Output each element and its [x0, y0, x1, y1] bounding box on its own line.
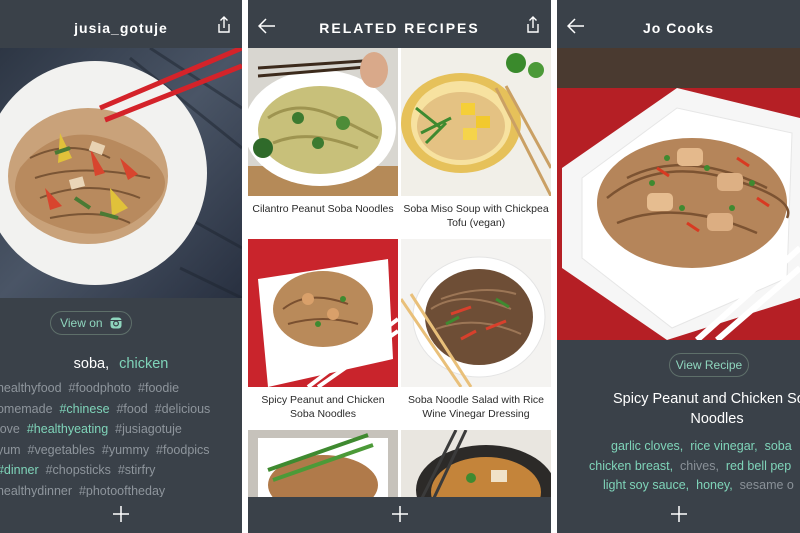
ingredient-separator: sesame o: [732, 478, 794, 492]
instagram-icon: [110, 317, 122, 329]
top-bar: RELATED RECIPES: [248, 0, 551, 48]
primary-tags: soba, chicken: [0, 356, 242, 372]
hashtag-text[interactable]: #love: [0, 422, 27, 436]
view-recipe-button[interactable]: View Recipe: [669, 353, 749, 377]
recipe-card-2-title[interactable]: Soba Miso Soup with Chickpea Tofu (vegan…: [401, 196, 551, 242]
recipe-card-1-image[interactable]: [248, 48, 398, 196]
page-title: jusia_gotuje: [74, 20, 168, 36]
share-icon[interactable]: [525, 16, 541, 34]
ingredient-item[interactable]: honey,: [696, 478, 733, 492]
plus-icon[interactable]: [670, 505, 688, 523]
ingredient-item[interactable]: chicken breast,: [589, 459, 673, 473]
screen-instagram-post: jusia_gotuje View on soba, chicken #heal…: [0, 0, 242, 533]
ingredient-list: garlic cloves, rice vinegar, soba chicken…: [577, 437, 800, 496]
top-bar: jusia_gotuje: [0, 0, 242, 48]
top-bar: Jo Cooks: [557, 0, 800, 48]
hashtag-line: #healthyfood #foodphoto #foodie: [0, 378, 242, 399]
screen-recipe-detail: Jo Cooks View Recipe Spicy Peanut and Ch…: [557, 0, 800, 533]
recipe-photo[interactable]: [557, 48, 800, 340]
hashtag-text[interactable]: #healthyfood #foodphoto #foodie: [0, 381, 179, 395]
recipe-card-4-image[interactable]: [401, 239, 551, 387]
hashtag-text[interactable]: #healthydinner #photooftheday: [0, 484, 165, 498]
view-on-label: View on: [60, 316, 103, 330]
hashtag-text[interactable]: #jusiagotuje: [108, 422, 182, 436]
plus-icon[interactable]: [112, 505, 130, 523]
view-on-instagram-button[interactable]: View on: [50, 311, 132, 335]
ingredient-line: garlic cloves, rice vinegar, soba: [577, 437, 800, 457]
hashtag-text[interactable]: #food #delicious: [110, 402, 210, 416]
hashtag-line: ##dinner #chopsticks #stirfry: [0, 460, 242, 481]
recipe-card-1-title[interactable]: Cilantro Peanut Soba Noodles: [248, 196, 398, 242]
hashtag-highlighted[interactable]: #chinese: [59, 402, 109, 416]
hashtag-text[interactable]: #chopsticks #stirfry: [39, 463, 156, 477]
recipe-card-5-image[interactable]: [248, 430, 398, 500]
hashtag-highlighted[interactable]: #healthyeating: [27, 422, 108, 436]
ingredient-item[interactable]: red bell pep: [726, 459, 791, 473]
ingredient-separator: [758, 439, 765, 453]
ingredient-item[interactable]: soba: [765, 439, 792, 453]
ingredient-line: light soy sauce, honey, sesame o: [577, 476, 800, 496]
ingredient-item[interactable]: light soy sauce,: [603, 478, 689, 492]
hashtag-text[interactable]: homemade: [0, 402, 59, 416]
ingredient-line: chicken breast, chives, red bell pep: [577, 457, 800, 477]
hashtag-list: #healthyfood #foodphoto #foodie homemade …: [0, 378, 242, 501]
bottom-bar: [0, 497, 242, 533]
recipe-card-4-title[interactable]: Soba Noodle Salad with Rice Wine Vinegar…: [401, 387, 551, 433]
tag-chicken[interactable]: chicken: [119, 356, 168, 372]
bottom-bar: [557, 497, 800, 533]
screen-related-recipes: RELATED RECIPES Cilantro Peanut Soba Noo…: [248, 0, 551, 533]
bottom-bar: [248, 497, 551, 533]
hashtag-line: #yum #vegetables #yummy #foodpics: [0, 440, 242, 461]
tag-soba[interactable]: soba,: [74, 356, 109, 372]
ingredient-item[interactable]: garlic cloves,: [611, 439, 683, 453]
page-title: RELATED RECIPES: [319, 20, 480, 36]
hashtag-line: homemade #chinese #food #delicious: [0, 399, 242, 420]
ingredient-item[interactable]: rice vinegar,: [690, 439, 757, 453]
recipe-title: Spicy Peanut and Chicken Soba Noodles: [613, 391, 800, 427]
hashtag-text[interactable]: #yum #vegetables #yummy #foodpics: [0, 443, 210, 457]
share-icon[interactable]: [216, 16, 232, 34]
recipe-card-3-title[interactable]: Spicy Peanut and Chicken Soba Noodles: [248, 387, 398, 433]
hashtag-line: #love #healthyeating #jusiagotuje: [0, 419, 242, 440]
recipe-card-3-image[interactable]: [248, 239, 398, 387]
plus-icon[interactable]: [391, 505, 409, 523]
ingredient-separator: chives,: [673, 458, 726, 473]
post-photo[interactable]: [0, 48, 242, 298]
page-title: Jo Cooks: [642, 20, 714, 36]
recipe-card-2-image[interactable]: [401, 48, 551, 196]
hashtag-highlighted[interactable]: #dinner: [0, 463, 39, 477]
recipe-card-6-image[interactable]: [401, 430, 551, 500]
